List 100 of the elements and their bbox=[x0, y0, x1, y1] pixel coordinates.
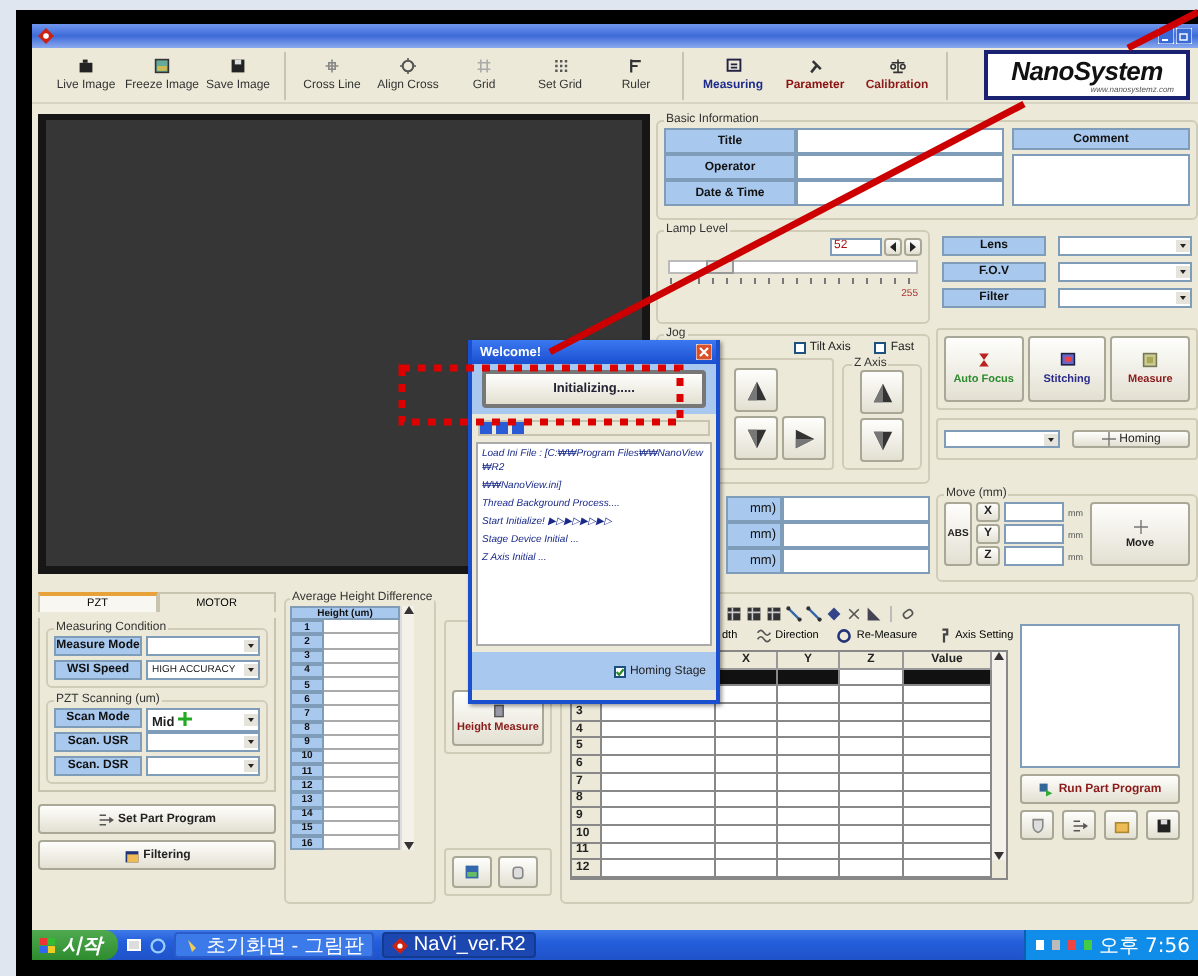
dropdown-arrow-icon bbox=[244, 664, 258, 676]
dropdown-arrow-icon bbox=[1176, 292, 1190, 304]
folder-icon bbox=[1113, 817, 1129, 833]
restore-icon[interactable] bbox=[1176, 28, 1192, 44]
monitor-icon bbox=[725, 58, 741, 74]
table-cell bbox=[778, 704, 840, 722]
grid-icon[interactable] bbox=[766, 605, 782, 621]
right-arrow-icon bbox=[908, 242, 918, 252]
input-field[interactable] bbox=[782, 496, 930, 522]
dot-grid-icon bbox=[552, 58, 568, 74]
dropdown[interactable] bbox=[1058, 236, 1192, 256]
increase-button[interactable] bbox=[904, 238, 922, 256]
arrow-icon bbox=[97, 811, 114, 827]
jog-down-button[interactable] bbox=[734, 416, 778, 460]
input-field[interactable] bbox=[796, 128, 1004, 154]
table-cell bbox=[778, 686, 840, 705]
jog-right-button[interactable] bbox=[782, 416, 826, 460]
scrollbar[interactable] bbox=[400, 606, 414, 851]
left-arrow-icon bbox=[888, 242, 898, 252]
table-cell bbox=[840, 738, 904, 757]
close-icon[interactable] bbox=[696, 344, 712, 360]
network-icon[interactable] bbox=[1034, 938, 1047, 952]
up-arrow-icon bbox=[403, 606, 413, 614]
dropdown-arrow-icon bbox=[1176, 240, 1190, 252]
dropdown-arrow-icon bbox=[244, 760, 258, 772]
folder-icon bbox=[123, 847, 140, 863]
hourglass-icon bbox=[975, 352, 992, 368]
tool-button[interactable] bbox=[1062, 810, 1096, 840]
grid-icon bbox=[476, 58, 492, 74]
table-cell bbox=[904, 808, 992, 826]
table-cell bbox=[904, 686, 992, 705]
dropdown[interactable] bbox=[146, 732, 260, 752]
cross-icon[interactable] bbox=[846, 605, 862, 621]
triangle-icon[interactable] bbox=[866, 605, 882, 621]
input-field[interactable] bbox=[782, 548, 930, 574]
jog-up-button[interactable] bbox=[860, 370, 904, 414]
dropdown[interactable] bbox=[1058, 288, 1192, 308]
table-cell bbox=[840, 756, 904, 774]
plus-icon bbox=[178, 711, 193, 725]
table-cell bbox=[602, 808, 716, 826]
taskbar-button[interactable]: 초기화면 - 그림판 bbox=[174, 932, 374, 958]
list-box[interactable] bbox=[1020, 624, 1180, 768]
table-cell bbox=[840, 704, 904, 722]
table-cell bbox=[778, 738, 840, 757]
table-cell bbox=[840, 686, 904, 705]
desktop-icon[interactable] bbox=[126, 937, 142, 953]
grid-icon[interactable] bbox=[726, 605, 742, 621]
line-icon[interactable] bbox=[806, 605, 822, 621]
dropdown-arrow-icon bbox=[244, 640, 258, 652]
up-arrow-icon bbox=[745, 379, 767, 401]
dropdown[interactable] bbox=[944, 430, 1060, 448]
jog-down-button[interactable] bbox=[860, 418, 904, 462]
scrollbar[interactable] bbox=[992, 652, 1006, 861]
input-field[interactable] bbox=[796, 180, 1004, 206]
square-icon bbox=[1142, 352, 1159, 368]
up-arrow-icon bbox=[871, 381, 893, 403]
table-cell bbox=[716, 704, 778, 722]
jog-up-button[interactable] bbox=[734, 368, 778, 412]
picture-icon bbox=[154, 58, 170, 74]
input-field[interactable] bbox=[1004, 502, 1064, 522]
tool-button[interactable] bbox=[1146, 810, 1180, 840]
table-cell bbox=[716, 808, 778, 826]
input-field[interactable] bbox=[796, 154, 1004, 180]
clear-button[interactable] bbox=[498, 856, 538, 888]
image-button[interactable] bbox=[452, 856, 492, 888]
dropdown-arrow-icon bbox=[1176, 266, 1190, 278]
table-cell bbox=[778, 808, 840, 826]
table-cell bbox=[904, 704, 992, 722]
eraser-icon bbox=[510, 864, 526, 880]
camera-icon bbox=[78, 58, 94, 74]
line-icon[interactable] bbox=[786, 605, 802, 621]
down-arrow-icon bbox=[994, 852, 1004, 861]
target-icon bbox=[400, 58, 416, 74]
down-arrow-icon bbox=[403, 842, 413, 851]
grid-icon[interactable] bbox=[746, 605, 762, 621]
shield-icon bbox=[1029, 817, 1045, 833]
right-arrow-icon bbox=[793, 427, 815, 449]
eraser-icon[interactable] bbox=[900, 605, 916, 621]
table-cell bbox=[840, 808, 904, 826]
taskbar-button[interactable]: NaVi_ver.R2 bbox=[381, 932, 536, 958]
globe-icon[interactable] bbox=[150, 937, 166, 953]
start-button[interactable]: 시작 bbox=[32, 930, 118, 960]
dropdown[interactable] bbox=[146, 636, 260, 656]
diamond-icon[interactable] bbox=[826, 605, 842, 621]
up-arrow-icon bbox=[994, 652, 1004, 660]
decrease-button[interactable] bbox=[884, 238, 902, 256]
input-field[interactable] bbox=[1004, 524, 1064, 544]
dropdown[interactable] bbox=[146, 756, 260, 776]
input-field[interactable] bbox=[782, 522, 930, 548]
table-cell bbox=[778, 756, 840, 774]
picture-icon bbox=[464, 864, 480, 880]
comment-field[interactable] bbox=[1012, 154, 1190, 206]
table-cell bbox=[602, 756, 716, 774]
windows-flag-icon bbox=[40, 937, 56, 953]
paint-icon bbox=[184, 937, 200, 953]
scale-icon bbox=[889, 58, 905, 74]
input-field[interactable] bbox=[1004, 546, 1064, 566]
dropdown-arrow-icon bbox=[244, 736, 258, 748]
monitor-icon bbox=[1059, 352, 1075, 368]
dropdown[interactable] bbox=[1058, 262, 1192, 282]
